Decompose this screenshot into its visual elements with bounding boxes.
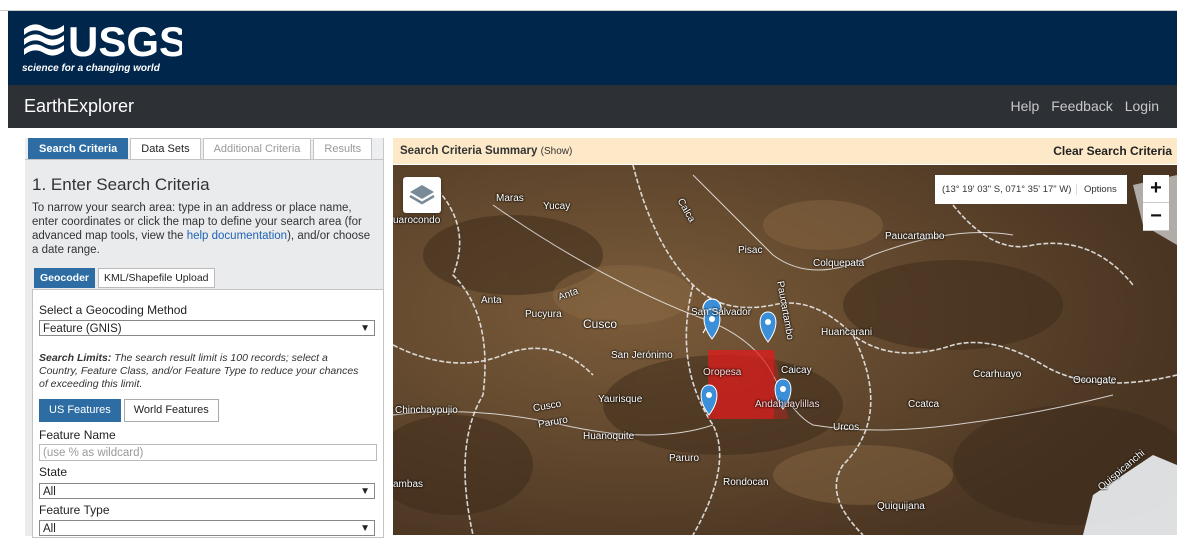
map-label: Urcos	[833, 422, 860, 433]
help-documentation-link[interactable]: help documentation	[187, 230, 287, 242]
map-label: Yucay	[543, 201, 571, 212]
usgs-header: USGS science for a changing world	[8, 11, 1177, 85]
method-label: Select a Geocoding Method	[39, 303, 188, 317]
map-label: Paruro	[669, 453, 700, 464]
feature-name-input[interactable]: (use % as wildcard)	[39, 444, 377, 461]
feedback-link[interactable]: Feedback	[1051, 98, 1112, 114]
map-label: Ccatca	[908, 399, 940, 410]
state-select[interactable]: All ▼	[39, 483, 375, 499]
tab-results[interactable]: Results	[313, 138, 373, 160]
map-label: Huancarani	[821, 327, 873, 338]
coordinate-readout: (13° 19' 03" S, 071° 35' 17" W) Options	[935, 175, 1127, 204]
tab-additional-criteria[interactable]: Additional Criteria	[202, 138, 312, 160]
world-features-button[interactable]: World Features	[123, 399, 219, 422]
search-panel: Search Criteria Data Sets Additional Cri…	[25, 138, 384, 538]
map-label: ambas	[393, 479, 424, 490]
tab-kml-upload[interactable]: KML/Shapefile Upload	[98, 268, 215, 288]
layers-icon	[409, 185, 435, 205]
zoom-out-button[interactable]: −	[1143, 203, 1169, 231]
map-label: Colquepata	[813, 258, 865, 269]
help-link[interactable]: Help	[1010, 98, 1039, 114]
map-label: Chinchaypujio	[395, 405, 458, 416]
map-label: Ocongate	[1073, 375, 1117, 386]
feature-type-select[interactable]: All ▼	[39, 520, 375, 536]
us-features-button[interactable]: US Features	[39, 399, 121, 422]
geocoder-form: Select a Geocoding Method Feature (GNIS)…	[32, 289, 384, 538]
top-nav: Help Feedback Login	[1010, 98, 1159, 114]
show-summary-link[interactable]: (Show)	[541, 146, 573, 157]
summary-title: Search Criteria Summary (Show)	[400, 145, 573, 157]
chevron-down-icon: ▼	[360, 323, 370, 334]
method-select[interactable]: Feature (GNIS) ▼	[39, 320, 375, 336]
chevron-down-icon: ▼	[360, 486, 370, 497]
map-label: Ccarhuayo	[973, 369, 1022, 380]
map-label: Caicay	[781, 365, 812, 376]
map-label: Yaurisque	[598, 394, 643, 405]
svg-text:USGS: USGS	[68, 19, 182, 64]
top-strip	[0, 0, 1177, 11]
search-criteria-summary-bar: Search Criteria Summary (Show) Clear Sea…	[393, 138, 1177, 164]
map-label: San Jerónimo	[611, 350, 673, 361]
feature-name-label: Feature Name	[39, 428, 116, 442]
terrain	[393, 165, 1177, 535]
login-link[interactable]: Login	[1125, 98, 1159, 114]
geocoder-tabs: Geocoder KML/Shapefile Upload	[34, 268, 215, 288]
layers-button[interactable]	[403, 177, 441, 213]
coordinates-value: (13° 19' 03" S, 071° 35' 17" W)	[942, 184, 1072, 195]
usgs-tagline: science for a changing world	[22, 63, 160, 74]
map-label: Rondocan	[723, 477, 769, 488]
map-label: Quiquijana	[877, 501, 925, 512]
map-label: San Salvador	[691, 307, 752, 318]
app-bar: EarthExplorer Help Feedback Login	[8, 85, 1177, 128]
main-tabs: Search Criteria Data Sets Additional Cri…	[28, 138, 373, 160]
state-label: State	[39, 465, 68, 479]
search-limits-note: Search Limits: The search result limit i…	[39, 352, 359, 390]
map-label: Andahuaylillas	[755, 399, 820, 410]
tab-geocoder[interactable]: Geocoder	[34, 268, 96, 288]
zoom-controls: + −	[1143, 175, 1169, 231]
map-label: Cusco	[583, 317, 618, 331]
clear-search-criteria-button[interactable]: Clear Search Criteria	[1053, 144, 1172, 158]
map-view[interactable]: Maras Yucay uarocondo Calca Pisac Paucar…	[393, 165, 1177, 535]
feature-type-label: Feature Type	[39, 503, 110, 517]
map-label: Huanoquite	[583, 431, 635, 442]
map-label: Anta	[481, 295, 502, 306]
intro-text: To narrow your search area: type in an a…	[32, 202, 371, 256]
zoom-in-button[interactable]: +	[1143, 175, 1169, 203]
feature-toggle: US Features World Features	[39, 399, 219, 422]
app-title[interactable]: EarthExplorer	[24, 96, 134, 117]
map-label: Oropesa	[703, 367, 742, 378]
page-title: 1. Enter Search Criteria	[32, 175, 210, 194]
criteria-panel: 1. Enter Search Criteria To narrow your …	[25, 159, 384, 538]
tab-data-sets[interactable]: Data Sets	[130, 138, 201, 160]
map-label: Paucartambo	[885, 231, 945, 242]
map-options-button[interactable]: Options	[1076, 184, 1117, 195]
tab-search-criteria[interactable]: Search Criteria	[28, 138, 129, 160]
map-label: Pucyura	[525, 309, 562, 320]
map-label: Pisac	[738, 245, 763, 256]
map-label: uarocondo	[393, 215, 441, 226]
map-label: Maras	[496, 193, 524, 204]
